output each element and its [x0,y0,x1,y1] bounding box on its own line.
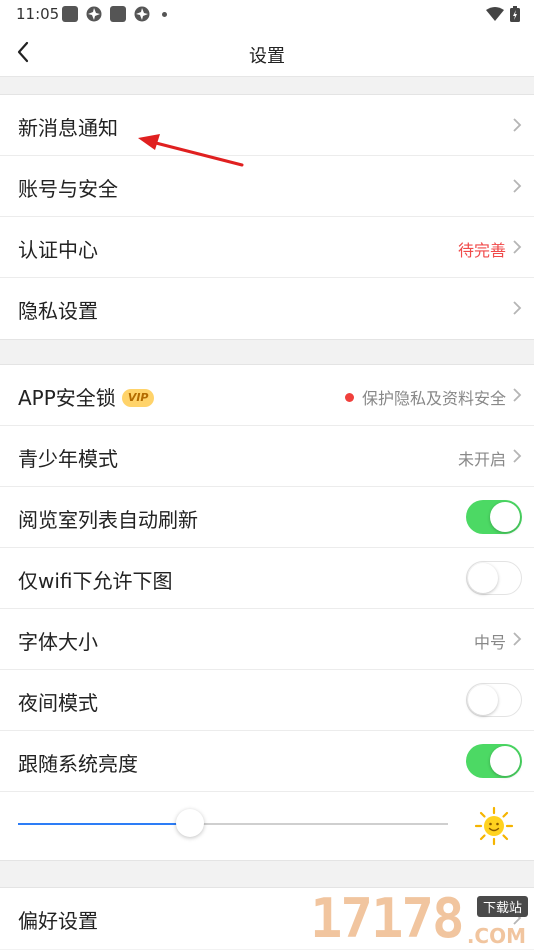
chevron-right-icon [513,449,522,463]
settings-item-auto-refresh: 阅览室列表自动刷新 [0,487,534,548]
sun-icon [474,806,514,846]
battery-icon [510,6,520,22]
chevron-right-icon [513,388,522,402]
chevron-right-icon [513,179,522,193]
teen-mode-status: 未开启 [457,450,506,469]
watermark-number: 17178 [310,887,465,950]
app-lock-hint: 保护隐私及资料安全 [344,385,506,409]
chevron-right-icon [513,118,522,132]
toggle-knob [490,746,520,776]
settings-item-night-mode: 夜间模式 [0,670,534,731]
brightness-slider[interactable] [18,809,448,837]
settings-item-privacy[interactable]: 隐私设置 [0,278,534,339]
follow-brightness-toggle[interactable] [466,744,522,778]
site-watermark: 17178 下载站 .COM [310,888,534,950]
wifi-icon [486,7,504,21]
settings-item-verification[interactable]: 认证中心 待完善 [0,217,534,278]
notification-app-icon [62,6,78,22]
settings-group-account: 新消息通知 账号与安全 认证中心 待完善 隐私设置 [0,94,534,340]
settings-item-label: 字体大小 [18,630,98,654]
settings-item-teen-mode[interactable]: 青少年模式 未开启 [0,426,534,487]
settings-group-general: APP安全锁 VIP 保护隐私及资料安全 青少年模式 未开启 阅览室列表自动刷新 … [0,364,534,861]
settings-item-label: 阅览室列表自动刷新 [18,508,198,532]
settings-item-font-size[interactable]: 字体大小 中号 [0,609,534,670]
settings-item-wifi-images: 仅wifi下允许下图 [0,548,534,609]
settings-item-account-security[interactable]: 账号与安全 [0,156,534,217]
settings-item-app-lock[interactable]: APP安全锁 VIP 保护隐私及资料安全 [0,365,534,426]
brightness-slider-row [0,792,534,860]
settings-item-label: APP安全锁 VIP [18,382,155,411]
annotation-arrow-icon [138,134,244,167]
auto-refresh-toggle[interactable] [466,500,522,534]
brightness-slider-fill [18,823,190,825]
notification-pinwheel-icon-2 [134,6,150,22]
font-size-value: 中号 [473,633,506,652]
notification-app-icon-2 [110,6,126,22]
more-notifications-dot-icon [162,11,167,17]
watermark-tag: 下载站 [476,896,528,917]
wifi-images-toggle[interactable] [466,561,522,595]
night-mode-toggle[interactable] [466,683,522,717]
settings-item-label: 认证中心 [18,238,98,262]
settings-item-label: 偏好设置 [18,909,98,933]
settings-item-label: 夜间模式 [18,691,98,715]
chevron-right-icon [513,632,522,646]
watermark-suffix: .COM [466,924,526,948]
vip-badge: VIP [121,389,155,407]
status-time: 11:05 [16,5,60,23]
settings-item-notifications[interactable]: 新消息通知 [0,95,534,156]
red-dot-icon [344,393,354,402]
settings-item-follow-brightness: 跟随系统亮度 [0,731,534,792]
chevron-right-icon [513,240,522,254]
settings-item-label: 跟随系统亮度 [18,752,138,776]
toggle-knob [468,685,498,715]
settings-item-label: 仅wifi下允许下图 [18,569,173,593]
notification-pinwheel-icon [86,6,102,22]
settings-item-label: 账号与安全 [18,177,118,201]
nav-bar: 设置 [0,28,534,77]
settings-item-label: 新消息通知 [18,116,118,140]
verification-status: 待完善 [457,241,506,260]
toggle-knob [468,563,498,593]
page-title: 设置 [249,46,285,67]
status-bar: 11:05 [0,0,534,28]
settings-item-label: 隐私设置 [18,299,98,323]
brightness-slider-handle[interactable] [176,809,204,837]
chevron-right-icon [513,301,522,315]
settings-item-label: 青少年模式 [18,447,118,471]
toggle-knob [490,502,520,532]
